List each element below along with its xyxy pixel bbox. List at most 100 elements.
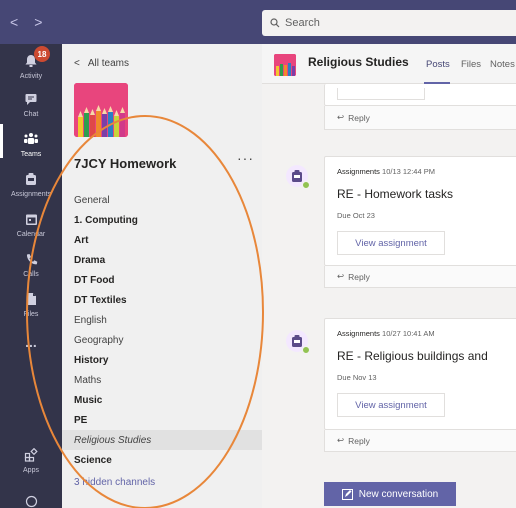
- view-assignment-button[interactable]: View assignment: [337, 231, 445, 255]
- team-more-options-button[interactable]: ···: [237, 150, 254, 166]
- search-input[interactable]: Search: [262, 10, 516, 36]
- reply-button[interactable]: ↩ Reply: [324, 430, 516, 452]
- rail-item-assignments[interactable]: Assignments: [0, 170, 62, 198]
- rail-label-apps: Apps: [23, 467, 39, 474]
- chevron-left-icon: <: [74, 58, 80, 69]
- post-sender: Assignments: [337, 329, 380, 338]
- post-time: 10/27 10:41 AM: [382, 329, 435, 338]
- file-icon: [22, 290, 40, 308]
- apps-icon: [22, 446, 40, 464]
- due-date: Due Nov 13: [337, 373, 377, 382]
- assignments-avatar: [286, 165, 310, 189]
- channel-item-science[interactable]: Science: [62, 450, 262, 470]
- channel-item-music[interactable]: Music: [62, 390, 262, 410]
- channel-item-history[interactable]: History: [62, 350, 262, 370]
- team-name: 7JCY Homework: [74, 156, 177, 171]
- channel-title: Religious Studies: [308, 55, 409, 69]
- channel-label: English: [74, 314, 107, 326]
- assignments-icon: [22, 170, 40, 188]
- channel-item-dt-food[interactable]: DT Food: [62, 270, 262, 290]
- rail-item-more[interactable]: ...: [0, 334, 62, 350]
- reply-button[interactable]: ↩ Reply: [324, 106, 516, 130]
- back-button[interactable]: <: [10, 14, 18, 30]
- due-date: Due Oct 23: [337, 211, 375, 220]
- channel-item-dt-textiles[interactable]: DT Textiles: [62, 290, 262, 310]
- channel-item-art[interactable]: Art: [62, 230, 262, 250]
- tab-notes[interactable]: Notes: [490, 59, 515, 70]
- reply-label: Reply: [348, 435, 370, 446]
- rail-item-help[interactable]: [0, 492, 62, 508]
- channel-item-drama[interactable]: Drama: [62, 250, 262, 270]
- view-assignment-button[interactable]: View assignment: [337, 393, 445, 417]
- channel-item-general[interactable]: General: [62, 190, 262, 210]
- rail-label-calls: Calls: [23, 271, 39, 278]
- activity-badge: 18: [34, 46, 50, 62]
- title-bar: < > Search: [0, 0, 516, 44]
- rail-item-activity[interactable]: 18 Activity: [0, 46, 62, 80]
- more-icon: ...: [25, 334, 37, 350]
- channel-item-religious-studies[interactable]: Religious Studies: [62, 430, 262, 450]
- reply-label: Reply: [348, 112, 370, 123]
- channel-label: General: [74, 194, 110, 206]
- tab-posts[interactable]: Posts: [426, 59, 450, 70]
- previous-post-card: [324, 84, 516, 106]
- channel-item-english[interactable]: English: [62, 310, 262, 330]
- post-time: 10/13 12:44 PM: [382, 167, 435, 176]
- forward-button[interactable]: >: [34, 14, 42, 30]
- assignments-avatar: [286, 330, 310, 354]
- compose-icon: [341, 488, 353, 500]
- rail-item-files[interactable]: Files: [0, 290, 62, 318]
- reply-label: Reply: [348, 271, 370, 282]
- reply-icon: ↩: [337, 271, 345, 281]
- calendar-icon: [22, 210, 40, 228]
- app-rail: 18 Activity Chat Teams Assignments Calen…: [0, 44, 62, 508]
- post-meta: Assignments 10/13 12:44 PM: [337, 167, 435, 176]
- rail-label-teams: Teams: [20, 151, 42, 158]
- channel-label: Maths: [74, 374, 102, 386]
- help-icon: [22, 492, 40, 508]
- channel-team-icon: [274, 54, 296, 76]
- channel-item-maths[interactable]: Maths: [62, 370, 262, 390]
- rail-item-calls[interactable]: Calls: [0, 250, 62, 278]
- reply-icon: ↩: [337, 435, 345, 445]
- rail-label-chat: Chat: [23, 111, 39, 118]
- rail-item-chat[interactable]: Chat: [0, 90, 62, 118]
- channel-label: Geography: [74, 334, 124, 346]
- search-icon: [270, 18, 280, 28]
- reply-button[interactable]: ↩ Reply: [324, 266, 516, 288]
- hidden-channels-link[interactable]: 3 hidden channels: [62, 472, 262, 492]
- teams-icon: [22, 130, 40, 148]
- channel-item-pe[interactable]: PE: [62, 410, 262, 430]
- new-conversation-button[interactable]: New conversation: [324, 482, 456, 506]
- channel-list-pane: < All teams 7JCY Homework ··· General 1.…: [62, 44, 262, 508]
- chat-icon: [22, 90, 40, 108]
- post-title: RE - Homework tasks: [337, 187, 454, 201]
- previous-view-button[interactable]: [337, 88, 425, 100]
- rail-item-apps[interactable]: Apps: [0, 446, 62, 474]
- rail-label-assignments: Assignments: [10, 191, 52, 198]
- rail-label-activity: Activity: [19, 73, 43, 80]
- channel-label: History: [74, 354, 109, 366]
- post-card: Assignments 10/27 10:41 AM RE - Religiou…: [324, 318, 516, 430]
- channel-label: Religious Studies: [74, 434, 152, 446]
- reply-icon: ↩: [337, 112, 345, 122]
- channel-content: Religious Studies Posts Files Notes ↩ Re…: [262, 44, 516, 508]
- rail-item-calendar[interactable]: Calendar: [0, 210, 62, 238]
- tab-files[interactable]: Files: [461, 59, 481, 70]
- channel-label: Science: [74, 454, 112, 466]
- channel-label: Drama: [74, 254, 106, 266]
- nav-arrows: < >: [10, 14, 42, 30]
- new-conversation-label: New conversation: [358, 488, 439, 500]
- channel-label: Music: [74, 394, 103, 406]
- rail-item-teams[interactable]: Teams: [0, 124, 62, 158]
- search-placeholder: Search: [285, 17, 320, 29]
- channel-label: PE: [74, 414, 88, 426]
- assignments-bot-icon: [292, 170, 302, 182]
- assignments-bot-icon: [292, 335, 302, 347]
- channel-item-geography[interactable]: Geography: [62, 330, 262, 350]
- channel-label: DT Food: [74, 274, 115, 286]
- rail-label-calendar: Calendar: [16, 231, 46, 238]
- channel-item-computing[interactable]: 1. Computing: [62, 210, 262, 230]
- all-teams-link[interactable]: < All teams: [74, 58, 129, 69]
- channel-label: 1. Computing: [74, 214, 138, 226]
